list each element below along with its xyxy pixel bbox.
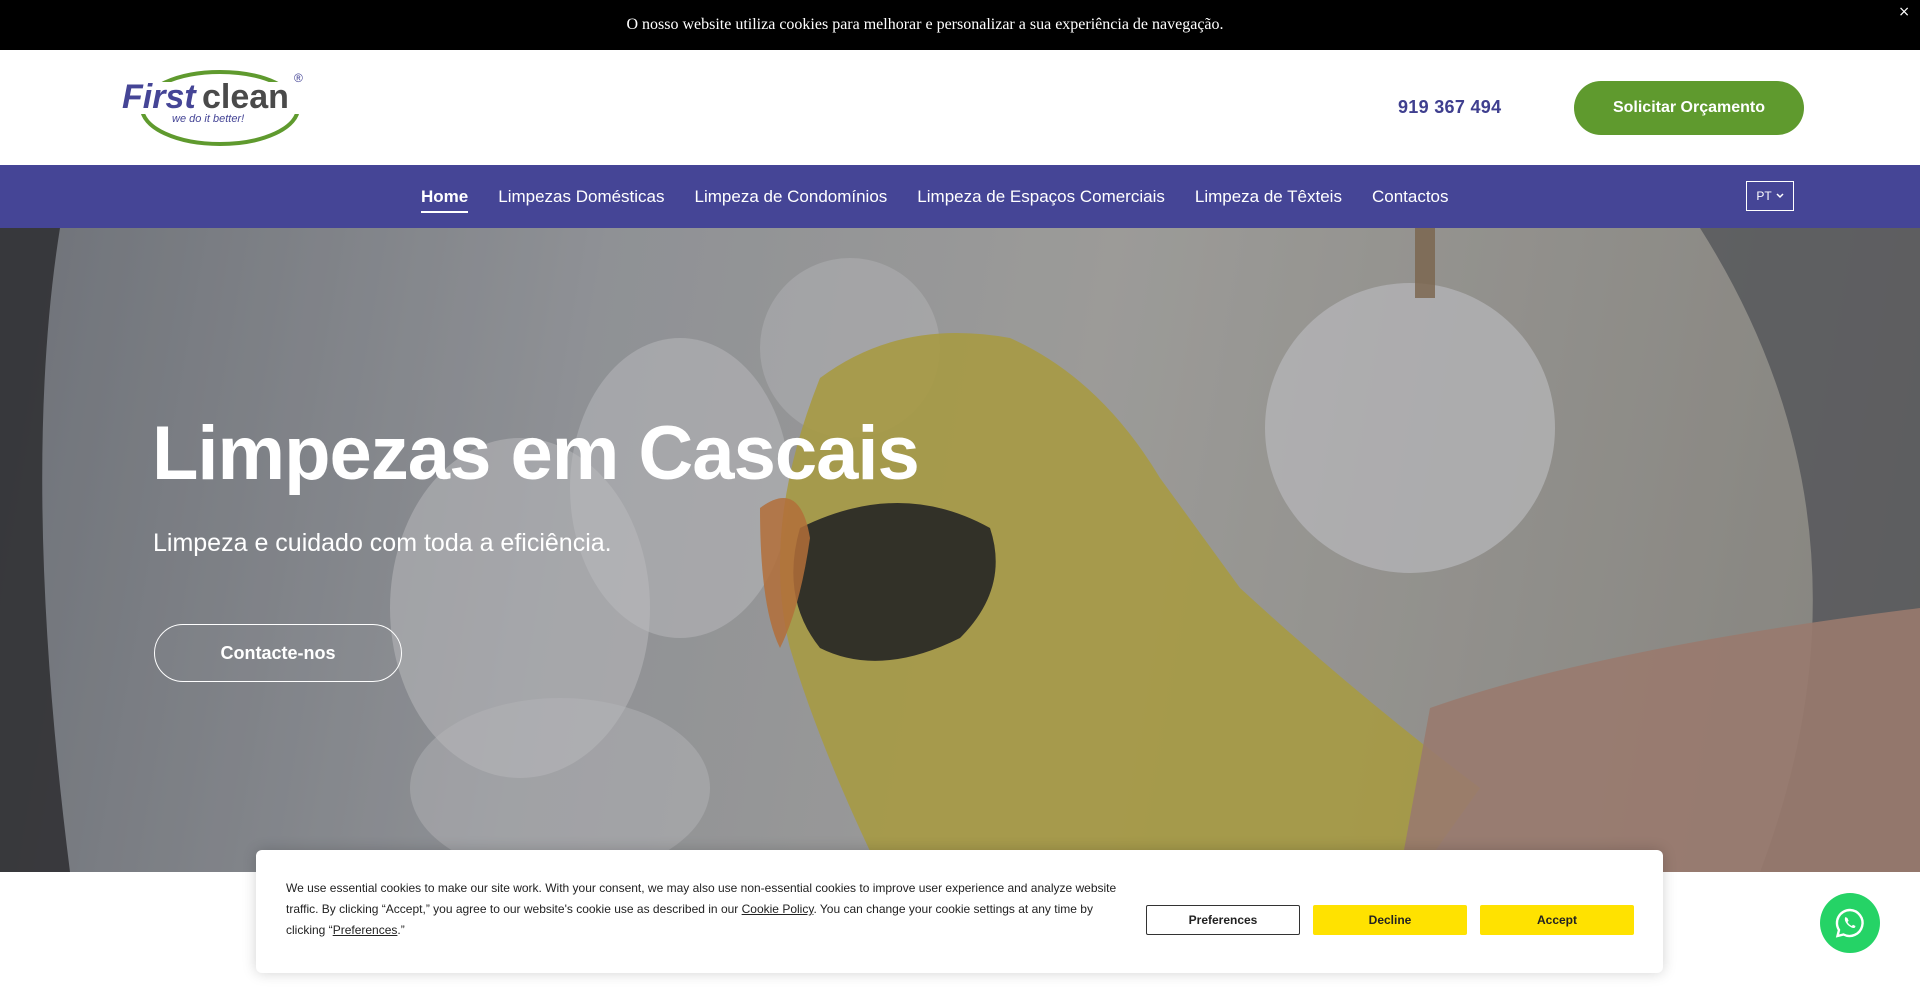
nav-item-limpeza-condominios[interactable]: Limpeza de Condomínios (695, 181, 888, 213)
contact-us-button[interactable]: Contacte-nos (154, 624, 402, 682)
decline-button[interactable]: Decline (1313, 905, 1467, 935)
logo-brand-first: First (122, 78, 197, 116)
logo-tagline: we do it better! (172, 113, 244, 125)
cookie-consent-text: We use essential cookies to make our sit… (286, 878, 1126, 941)
accept-button[interactable]: Accept (1480, 905, 1634, 935)
hero-section: Limpezas em Cascais Limpeza e cuidado co… (0, 228, 1920, 872)
request-quote-button[interactable]: Solicitar Orçamento (1574, 81, 1804, 135)
language-selector[interactable]: PT (1746, 181, 1794, 211)
nav-item-limpezas-domesticas[interactable]: Limpezas Domésticas (498, 181, 664, 213)
consent-text-part-3: .” (397, 923, 405, 937)
nav-item-home[interactable]: Home (421, 181, 469, 213)
cookie-notice-message: O nosso website utiliza cookies para mel… (626, 16, 1224, 33)
cookie-notice-bar: O nosso website utiliza cookies para mel… (0, 0, 1920, 50)
preferences-button[interactable]: Preferences (1146, 905, 1300, 935)
chevron-down-icon (1776, 193, 1784, 199)
language-label: PT (1756, 189, 1772, 203)
nav-item-limpeza-espacos-comerciais[interactable]: Limpeza de Espaços Comerciais (917, 181, 1165, 213)
firstclean-logo[interactable]: First clean ® we do it better! (122, 68, 307, 148)
hero-title: Limpezas em Cascais (152, 411, 920, 496)
cookie-policy-link[interactable]: Cookie Policy (742, 902, 814, 916)
cookie-consent-dialog: We use essential cookies to make our sit… (256, 850, 1663, 973)
close-icon[interactable]: × (1898, 4, 1910, 20)
main-nav: Home Limpezas Domésticas Limpeza de Cond… (0, 165, 1920, 228)
nav-item-limpeza-texteis[interactable]: Limpeza de Têxteis (1195, 181, 1342, 213)
logo-brand-second: clean (202, 78, 289, 116)
nav-menu: Home Limpezas Domésticas Limpeza de Cond… (421, 165, 1479, 228)
whatsapp-button[interactable] (1820, 893, 1880, 953)
nav-item-contactos[interactable]: Contactos (1372, 181, 1449, 213)
hero-subtitle: Limpeza e cuidado com toda a eficiência. (153, 529, 612, 557)
whatsapp-icon (1835, 908, 1864, 938)
phone-link[interactable]: 919 367 494 (1398, 97, 1501, 118)
site-header: First clean ® we do it better! 919 367 4… (0, 50, 1920, 165)
preferences-link[interactable]: Preferences (333, 923, 398, 937)
logo-registered: ® (294, 71, 303, 85)
